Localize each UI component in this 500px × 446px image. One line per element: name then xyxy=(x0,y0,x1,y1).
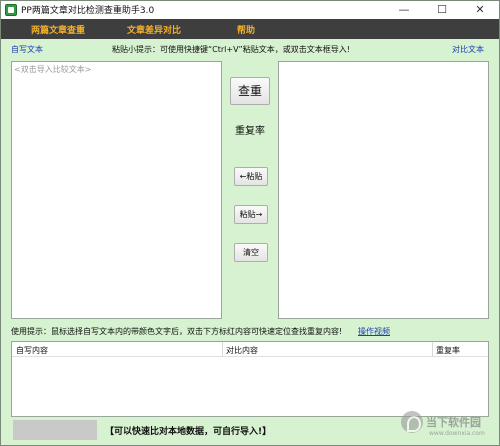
app-icon xyxy=(5,4,17,16)
self-text-placeholder: <双击导入比较文本> xyxy=(14,65,92,74)
paste-hint: 粘贴小提示：可使用快捷键“Ctrl+V”粘贴文本，或双击文本框导入! xyxy=(112,45,350,54)
video-link[interactable]: 操作视频 xyxy=(358,326,390,337)
usage-tip: 使用提示：鼠标选择自写文本内的带颜色文字后，双击下方标红内容可快速定位查找重复内… xyxy=(11,327,343,336)
menu-article-diff[interactable]: 文章差异对比 xyxy=(127,23,181,36)
paste-left-button[interactable]: ←粘贴 xyxy=(234,167,268,186)
watermark-text: 当下软件园 xyxy=(426,416,481,429)
col-self-content[interactable]: 自写内容 xyxy=(16,345,48,356)
right-text-label: 对比文本 xyxy=(452,45,484,54)
paste-right-button[interactable]: 粘贴→ xyxy=(234,205,268,224)
window-title: PP两篇文章对比检测查重助手3.0 xyxy=(21,6,155,16)
col-compare-content[interactable]: 对比内容 xyxy=(226,345,258,356)
results-table[interactable]: 自写内容 对比内容 重复率 xyxy=(11,341,489,417)
watermark-logo-icon xyxy=(401,411,423,433)
watermark-url: www.downxia.com xyxy=(429,430,485,437)
left-text-label: 自写文本 xyxy=(11,45,43,54)
duplicate-rate-label: 重复率 xyxy=(235,126,265,137)
compare-text-area[interactable] xyxy=(278,61,489,319)
bottom-note: 【可以快速比对本地数据，可自行导入!】 xyxy=(105,427,272,437)
clear-button[interactable]: 清空 xyxy=(234,243,268,262)
title-bar: PP两篇文章对比检测查重助手3.0 — ☐ ✕ xyxy=(1,1,499,19)
check-duplicate-button[interactable]: 查重 xyxy=(230,77,270,105)
col-separator xyxy=(222,342,223,357)
app-window: PP两篇文章对比检测查重助手3.0 — ☐ ✕ 两篇文章查重 文章差异对比 帮助… xyxy=(0,0,500,446)
col-rate[interactable]: 重复率 xyxy=(436,345,460,356)
col-separator xyxy=(432,342,433,357)
minimize-button[interactable]: — xyxy=(385,1,423,19)
results-header: 自写内容 对比内容 重复率 xyxy=(12,342,488,357)
progress-box xyxy=(13,420,97,440)
close-button[interactable]: ✕ xyxy=(461,1,499,19)
maximize-button[interactable]: ☐ xyxy=(423,1,461,19)
self-text-area[interactable]: <双击导入比较文本> xyxy=(11,61,222,319)
menu-help[interactable]: 帮助 xyxy=(237,23,255,36)
menu-bar: 两篇文章查重 文章差异对比 帮助 xyxy=(1,19,499,39)
menu-two-articles-check[interactable]: 两篇文章查重 xyxy=(31,23,85,36)
